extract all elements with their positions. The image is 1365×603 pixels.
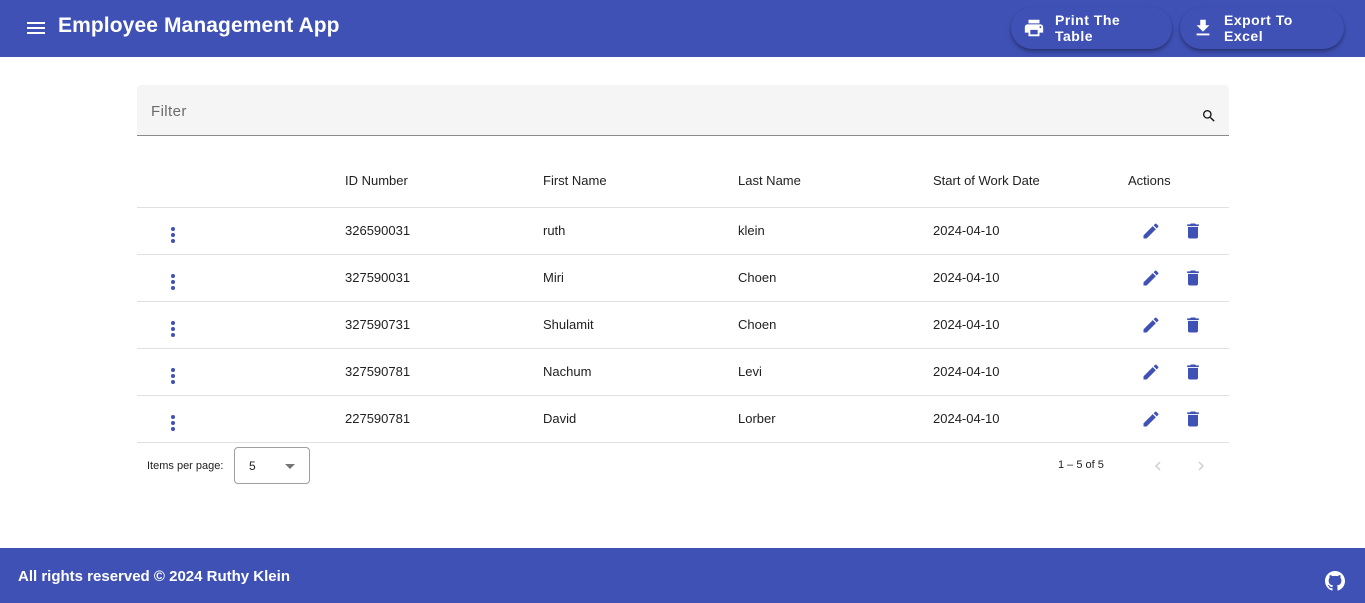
employees-table: ID Number First Name Last Name Start of … xyxy=(137,155,1229,443)
cell-last-name: Choen xyxy=(738,301,933,349)
delete-icon[interactable] xyxy=(1182,361,1204,383)
more-vert-icon[interactable] xyxy=(161,367,185,384)
range-label: 1 – 5 of 5 xyxy=(1058,459,1104,471)
chevron-left-icon xyxy=(1155,461,1161,471)
previous-page-button[interactable] xyxy=(1147,455,1169,477)
export-excel-label: Export To Excel xyxy=(1224,12,1293,44)
chevron-right-icon xyxy=(1198,461,1204,471)
cell-first-name: David xyxy=(543,395,738,443)
items-per-page-select[interactable]: 5 xyxy=(234,447,310,484)
copyright-text: All rights reserved © 2024 Ruthy Klein xyxy=(18,568,290,585)
next-page-button[interactable] xyxy=(1190,455,1212,477)
table-row: 227590781 David Lorber 2024-04-10 xyxy=(137,395,1229,443)
cell-start-date: 2024-04-10 xyxy=(933,301,1128,349)
cell-start-date: 2024-04-10 xyxy=(933,254,1128,302)
menu-icon[interactable] xyxy=(24,16,48,40)
more-vert-icon[interactable] xyxy=(161,320,185,337)
print-table-label: Print The Table xyxy=(1055,12,1121,44)
cell-last-name: Levi xyxy=(738,348,933,396)
cell-last-name: klein xyxy=(738,207,933,255)
delete-icon[interactable] xyxy=(1182,267,1204,289)
column-header-last-name[interactable]: Last Name xyxy=(738,155,933,208)
edit-icon[interactable] xyxy=(1140,408,1162,430)
cell-first-name: Nachum xyxy=(543,348,738,396)
print-table-button[interactable]: Print The Table xyxy=(1011,7,1172,49)
download-icon xyxy=(1192,17,1214,39)
cell-last-name: Choen xyxy=(738,254,933,302)
more-vert-icon[interactable] xyxy=(161,226,185,243)
app-title: Employee Management App xyxy=(58,14,340,37)
more-vert-icon[interactable] xyxy=(161,273,185,290)
cell-id: 326590031 xyxy=(345,207,543,255)
more-vert-icon[interactable] xyxy=(161,414,185,431)
edit-icon[interactable] xyxy=(1140,361,1162,383)
print-icon xyxy=(1023,17,1045,39)
chevron-down-icon xyxy=(285,464,295,469)
cell-first-name: Shulamit xyxy=(543,301,738,349)
table-row: 327590781 Nachum Levi 2024-04-10 xyxy=(137,348,1229,396)
cell-id: 327590031 xyxy=(345,254,543,302)
paginator: Items per page: 5 1 – 5 of 5 xyxy=(137,447,1229,484)
delete-icon[interactable] xyxy=(1182,314,1204,336)
table-header-row: ID Number First Name Last Name Start of … xyxy=(137,155,1229,208)
column-header-first-name[interactable]: First Name xyxy=(543,155,738,208)
cell-first-name: ruth xyxy=(543,207,738,255)
menu-column-header xyxy=(137,155,345,208)
export-excel-button[interactable]: Export To Excel xyxy=(1180,7,1344,49)
filter-input[interactable] xyxy=(151,99,1151,123)
github-icon[interactable] xyxy=(1325,571,1345,591)
table-row: 327590731 Shulamit Choen 2024-04-10 xyxy=(137,301,1229,349)
cell-start-date: 2024-04-10 xyxy=(933,207,1128,255)
column-header-actions: Actions xyxy=(1128,155,1229,208)
edit-icon[interactable] xyxy=(1140,220,1162,242)
filter-field xyxy=(137,85,1229,136)
cell-last-name: Lorber xyxy=(738,395,933,443)
edit-icon[interactable] xyxy=(1140,267,1162,289)
items-per-page-value: 5 xyxy=(249,459,256,473)
table-row: 327590031 Miri Choen 2024-04-10 xyxy=(137,254,1229,302)
cell-id: 327590781 xyxy=(345,348,543,396)
cell-id: 227590781 xyxy=(345,395,543,443)
edit-icon[interactable] xyxy=(1140,314,1162,336)
cell-start-date: 2024-04-10 xyxy=(933,395,1128,443)
app-footer: All rights reserved © 2024 Ruthy Klein xyxy=(0,548,1365,603)
column-header-id[interactable]: ID Number xyxy=(345,155,543,208)
table-row: 326590031 ruth klein 2024-04-10 xyxy=(137,207,1229,255)
app-toolbar: Employee Management App Print The Table … xyxy=(0,0,1365,57)
cell-id: 327590731 xyxy=(345,301,543,349)
items-per-page-label: Items per page: xyxy=(147,460,224,472)
cell-first-name: Miri xyxy=(543,254,738,302)
search-icon[interactable] xyxy=(1201,108,1217,124)
delete-icon[interactable] xyxy=(1182,408,1204,430)
delete-icon[interactable] xyxy=(1182,220,1204,242)
cell-start-date: 2024-04-10 xyxy=(933,348,1128,396)
column-header-start-date[interactable]: Start of Work Date xyxy=(933,155,1128,208)
